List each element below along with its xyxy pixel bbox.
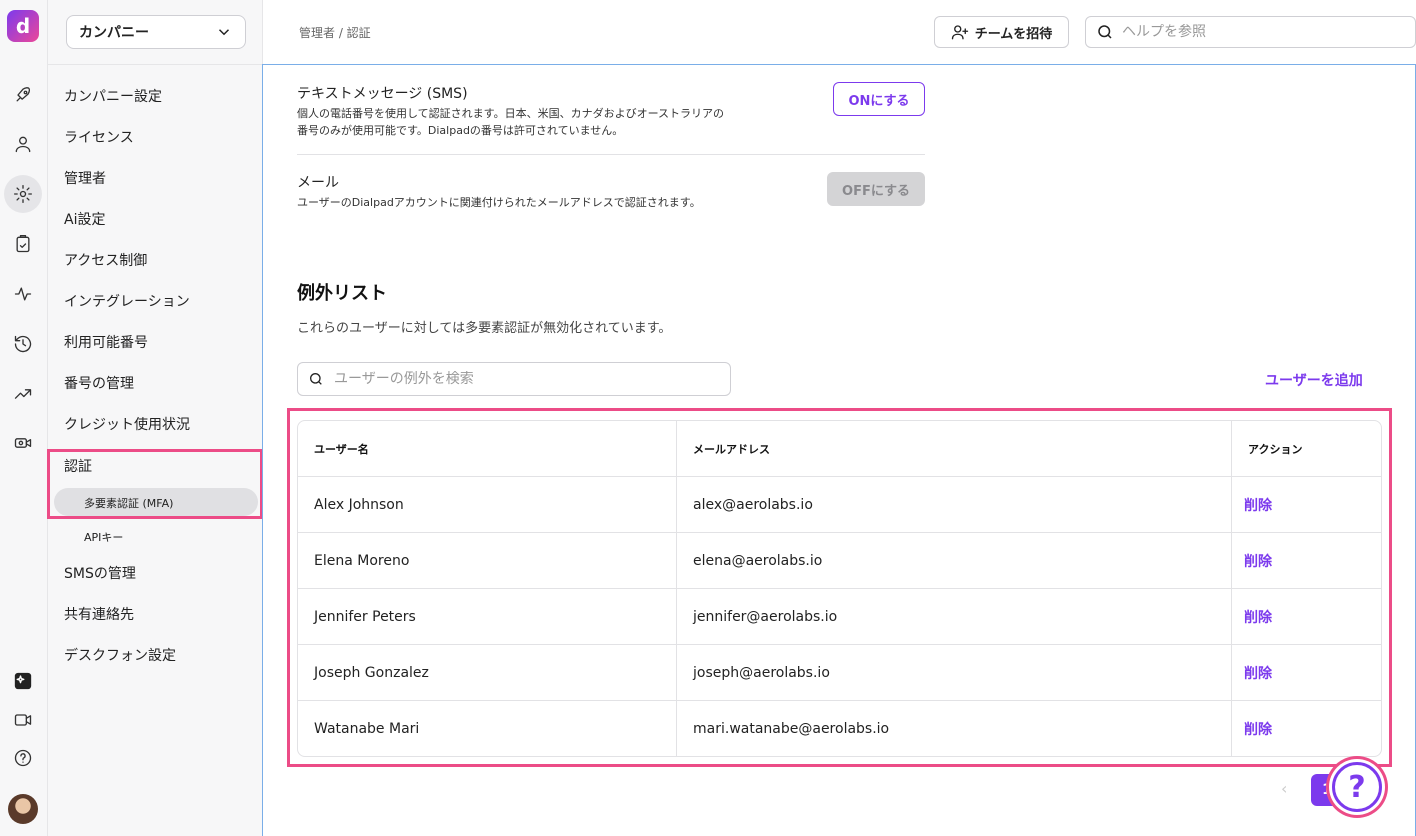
user-name: Alex Johnson bbox=[298, 477, 677, 533]
user-name: Jennifer Peters bbox=[298, 589, 677, 645]
exception-search[interactable] bbox=[297, 362, 731, 396]
company-selector-label: カンパニー bbox=[79, 25, 149, 41]
user-email: joseph@aerolabs.io bbox=[677, 645, 1232, 701]
company-selector[interactable]: カンパニー bbox=[66, 15, 246, 49]
exception-table: ユーザー名 メールアドレス アクション Alex Johnson alex@ae… bbox=[297, 420, 1382, 757]
sms-setting-title: テキストメッセージ (SMS) bbox=[297, 86, 468, 102]
pagination-prev-button[interactable]: ‹ bbox=[1281, 779, 1287, 798]
exception-list-desc: これらのユーザーに対しては多要素認証が無効化されています。 bbox=[297, 321, 672, 336]
sidebar-item-shared-contacts[interactable]: 共有連絡先 bbox=[64, 604, 134, 624]
user-name: Joseph Gonzalez bbox=[298, 645, 677, 701]
delete-button[interactable]: 削除 bbox=[1232, 533, 1381, 589]
table-row: Jennifer Peters jennifer@aerolabs.io 削除 bbox=[298, 589, 1381, 645]
sms-enable-button[interactable]: ONにする bbox=[833, 82, 925, 116]
add-user-button[interactable]: ユーザーを追加 bbox=[1265, 370, 1363, 390]
table-row: Joseph Gonzalez joseph@aerolabs.io 削除 bbox=[298, 645, 1381, 701]
sidebar-item-ai-settings[interactable]: Ai設定 bbox=[64, 209, 105, 229]
sidebar-item-available-numbers[interactable]: 利用可能番号 bbox=[64, 332, 148, 352]
sidebar-subitem-api-keys[interactable]: APIキー bbox=[84, 529, 123, 545]
sms-setting: テキストメッセージ (SMS) 個人の電話番号を使用して認証されます。日本、米国… bbox=[297, 83, 925, 139]
help-circle-icon[interactable] bbox=[4, 739, 42, 777]
sidebar-item-admins[interactable]: 管理者 bbox=[64, 168, 106, 188]
sidebar-item-sms-management[interactable]: SMSの管理 bbox=[64, 563, 136, 583]
sidebar-item-company-settings[interactable]: カンパニー設定 bbox=[64, 86, 162, 106]
sidebar-item-credit-usage[interactable]: クレジット使用状況 bbox=[64, 414, 190, 434]
table-header-row: ユーザー名 メールアドレス アクション bbox=[298, 421, 1381, 477]
help-fab-button[interactable]: ? bbox=[1332, 762, 1382, 812]
dialpad-ai-icon[interactable] bbox=[4, 662, 42, 700]
history-icon[interactable] bbox=[4, 325, 42, 363]
column-header-email[interactable]: メールアドレス bbox=[677, 421, 1232, 477]
video-icon[interactable] bbox=[4, 701, 42, 739]
search-icon bbox=[1098, 25, 1112, 39]
email-disable-button[interactable]: OFFにする bbox=[827, 172, 925, 206]
user-email: elena@aerolabs.io bbox=[677, 533, 1232, 589]
table-row: Watanabe Mari mari.watanabe@aerolabs.io … bbox=[298, 701, 1381, 756]
exception-list-title: 例外リスト bbox=[297, 283, 387, 304]
trending-icon[interactable] bbox=[4, 375, 42, 413]
sidebar-item-access-control[interactable]: アクセス制御 bbox=[64, 250, 147, 270]
avatar[interactable] bbox=[8, 794, 38, 824]
table-row: Alex Johnson alex@aerolabs.io 削除 bbox=[298, 477, 1381, 533]
user-email: jennifer@aerolabs.io bbox=[677, 589, 1232, 645]
sms-setting-desc-line1: 個人の電話番号を使用して認証されます。日本、米国、カナダおよびオーストラリアの bbox=[297, 107, 725, 120]
settings-sidebar: カンパニー カンパニー設定 ライセンス 管理者 Ai設定 アクセス制御 インテグ… bbox=[48, 0, 263, 836]
rocket-icon[interactable] bbox=[4, 76, 42, 114]
help-search-input[interactable] bbox=[1122, 24, 1382, 40]
sidebar-divider bbox=[48, 64, 262, 65]
icon-rail: d bbox=[0, 0, 48, 836]
settings-divider bbox=[297, 154, 925, 155]
column-header-action: アクション bbox=[1248, 443, 1303, 456]
gear-icon[interactable] bbox=[4, 175, 42, 213]
video-settings-icon[interactable] bbox=[4, 424, 42, 462]
delete-button[interactable]: 削除 bbox=[1232, 645, 1381, 701]
sidebar-item-number-management[interactable]: 番号の管理 bbox=[64, 373, 134, 393]
exception-search-input[interactable] bbox=[334, 371, 714, 387]
sidebar-item-licenses[interactable]: ライセンス bbox=[64, 127, 134, 147]
user-icon[interactable] bbox=[4, 125, 42, 163]
top-bar: 管理者 / 認証 チームを招待 bbox=[263, 0, 1416, 64]
search-icon bbox=[310, 373, 322, 385]
sidebar-item-integrations[interactable]: インテグレーション bbox=[64, 291, 190, 311]
sidebar-highlight-box bbox=[47, 449, 263, 519]
delete-button[interactable]: 削除 bbox=[1232, 589, 1381, 645]
dialpad-logo-icon[interactable]: d bbox=[7, 10, 39, 42]
user-email: mari.watanabe@aerolabs.io bbox=[677, 701, 1232, 756]
breadcrumb: 管理者 / 認証 bbox=[299, 26, 371, 40]
column-header-username[interactable]: ユーザー名 bbox=[298, 421, 677, 477]
main-content: テキストメッセージ (SMS) 個人の電話番号を使用して認証されます。日本、米国… bbox=[262, 64, 1416, 836]
user-email: alex@aerolabs.io bbox=[677, 477, 1232, 533]
help-search[interactable] bbox=[1085, 16, 1416, 48]
activity-icon[interactable] bbox=[4, 275, 42, 313]
sidebar-item-deskphone-settings[interactable]: デスクフォン設定 bbox=[64, 645, 176, 665]
delete-button[interactable]: 削除 bbox=[1232, 477, 1381, 533]
delete-button[interactable]: 削除 bbox=[1232, 701, 1381, 756]
invite-team-label: チームを招待 bbox=[974, 26, 1053, 42]
sms-setting-desc-line2: 番号のみが使用可能です。Dialpadの番号は許可されていません。 bbox=[297, 124, 624, 137]
user-name: Elena Moreno bbox=[298, 533, 677, 589]
clipboard-icon[interactable] bbox=[4, 225, 42, 263]
chevron-down-icon bbox=[218, 29, 230, 36]
add-user-icon bbox=[951, 25, 968, 40]
invite-team-button[interactable]: チームを招待 bbox=[934, 16, 1069, 48]
user-name: Watanabe Mari bbox=[298, 701, 677, 756]
table-row: Elena Moreno elena@aerolabs.io 削除 bbox=[298, 533, 1381, 589]
